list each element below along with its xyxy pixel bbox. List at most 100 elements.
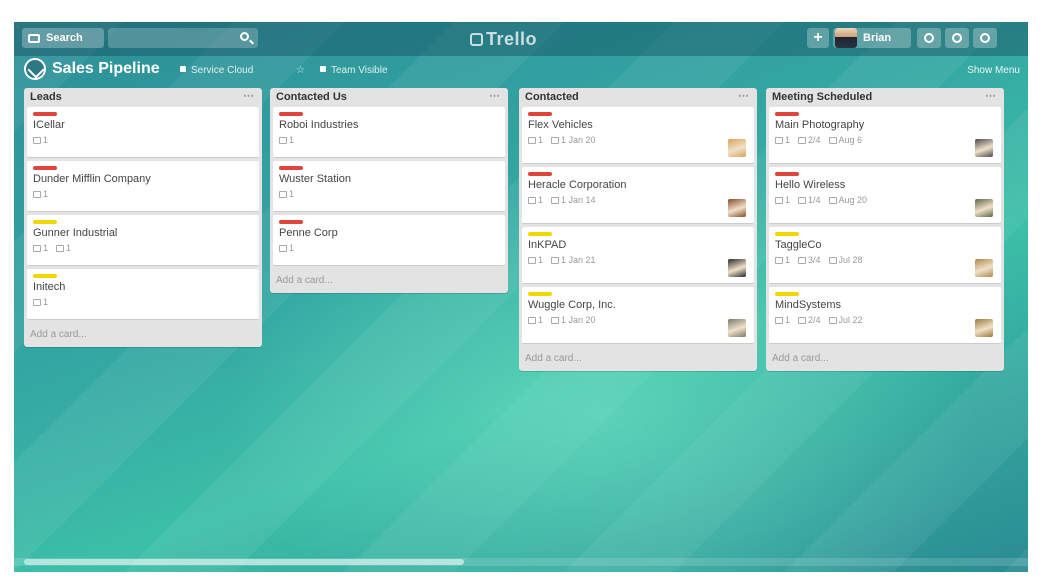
member-avatar[interactable]: [975, 319, 993, 337]
badge-icon: [528, 197, 536, 204]
list-menu-icon[interactable]: ⋯: [489, 89, 500, 102]
search-icon[interactable]: [240, 32, 249, 41]
add-button[interactable]: +: [807, 28, 829, 48]
user-name: Brian: [863, 32, 892, 44]
card[interactable]: TaggleCo 1 3/4 Jul 28: [769, 227, 1001, 284]
list-title: Contacted Us: [276, 91, 347, 103]
card-badges: 1 1 Jan 14: [528, 195, 748, 206]
card-label: [775, 232, 799, 236]
top-bar: Search Trello + Brian: [14, 22, 1028, 56]
member-avatar[interactable]: [728, 139, 746, 157]
list-header[interactable]: Leads ⋯: [24, 88, 262, 107]
badge-icon: [828, 197, 837, 204]
list-header[interactable]: Contacted ⋯: [519, 88, 757, 107]
badge-text: 1: [43, 297, 49, 307]
card-badges: 1: [33, 135, 253, 146]
card[interactable]: Flex Vehicles 1 1 Jan 20: [522, 107, 754, 164]
card[interactable]: Hello Wireless 1 1/4 Aug 20: [769, 167, 1001, 224]
card-badges: 1: [33, 297, 253, 308]
show-menu-link[interactable]: Show Menu: [967, 65, 1020, 76]
card[interactable]: InKPAD 1 1 Jan 21: [522, 227, 754, 284]
badge-icon: [279, 245, 287, 252]
card[interactable]: Penne Corp 1: [273, 215, 505, 266]
info-icon: [924, 33, 934, 43]
card[interactable]: Wuster Station 1: [273, 161, 505, 212]
card-label: [775, 172, 799, 176]
card[interactable]: Main Photography 1 2/4 Aug 6: [769, 107, 1001, 164]
card-label: [775, 112, 799, 116]
board-team[interactable]: Service Cloud: [180, 65, 253, 76]
card[interactable]: Initech 1: [27, 269, 259, 320]
board-visibility[interactable]: Team Visible: [320, 65, 388, 76]
card[interactable]: ICellar 1: [27, 107, 259, 158]
list-menu-icon[interactable]: ⋯: [738, 89, 749, 102]
card-badges: 1: [279, 189, 499, 200]
card-label: [33, 112, 57, 116]
badge-text: 1: [785, 315, 791, 325]
member-avatar[interactable]: [975, 199, 993, 217]
add-card-link[interactable]: Add a card...: [519, 347, 757, 371]
badge-text: 1: [785, 255, 791, 265]
user-menu[interactable]: Brian: [833, 28, 911, 48]
board-header: Sales Pipeline Service Cloud ☆ Team Visi…: [14, 56, 1028, 84]
list-menu-icon[interactable]: ⋯: [985, 89, 996, 102]
badge-text: 1/4: [808, 195, 821, 205]
badge-icon: [775, 137, 783, 144]
badge-text: 1: [538, 315, 544, 325]
member-avatar[interactable]: [728, 259, 746, 277]
card-title: TaggleCo: [775, 239, 822, 251]
badge-icon: [279, 137, 287, 144]
board-icon: [24, 58, 46, 80]
card[interactable]: Roboi Industries 1: [273, 107, 505, 158]
scrollbar-thumb[interactable]: [24, 559, 464, 565]
card-label: [528, 292, 552, 296]
card[interactable]: MindSystems 1 2/4 Jul 22: [769, 287, 1001, 344]
search-button[interactable]: Search: [22, 28, 104, 48]
star-button[interactable]: ☆: [296, 65, 305, 76]
visibility-icon: [320, 66, 326, 72]
card[interactable]: Heracle Corporation 1 1 Jan 14: [522, 167, 754, 224]
settings-button[interactable]: [973, 28, 997, 48]
list-header[interactable]: Contacted Us ⋯: [270, 88, 508, 107]
list-header[interactable]: Meeting Scheduled ⋯: [766, 88, 1004, 107]
card[interactable]: Gunner Industrial 1 1: [27, 215, 259, 266]
board-team-label: Service Cloud: [191, 65, 254, 76]
card-label: [279, 220, 303, 224]
badge-text: 3/4: [808, 255, 821, 265]
member-avatar[interactable]: [728, 199, 746, 217]
list-menu-icon[interactable]: ⋯: [243, 89, 254, 102]
badge-icon: [798, 197, 807, 204]
search-input[interactable]: [108, 28, 258, 48]
add-card-link[interactable]: Add a card...: [24, 323, 262, 347]
card[interactable]: Dunder Mifflin Company 1: [27, 161, 259, 212]
badge-icon: [551, 197, 560, 204]
info-button[interactable]: [917, 28, 941, 48]
board-title[interactable]: Sales Pipeline: [52, 60, 160, 78]
list-title: Leads: [30, 91, 62, 103]
member-avatar[interactable]: [728, 319, 746, 337]
member-avatar[interactable]: [975, 259, 993, 277]
card-title: MindSystems: [775, 299, 842, 311]
member-avatar[interactable]: [975, 139, 993, 157]
trello-logo[interactable]: Trello: [470, 29, 537, 50]
card-title: Penne Corp: [279, 227, 338, 239]
badge-icon: [33, 137, 41, 144]
badge-text: 2/4: [808, 315, 821, 325]
badge-icon: [798, 137, 807, 144]
add-card-link[interactable]: Add a card...: [766, 347, 1004, 371]
badge-icon: [775, 317, 783, 324]
notifications-button[interactable]: [945, 28, 969, 48]
card-title: ICellar: [33, 119, 65, 131]
add-card-link[interactable]: Add a card...: [270, 269, 508, 293]
card-badges: 1: [279, 135, 499, 146]
badge-text: 1: [289, 189, 295, 199]
card-title: Roboi Industries: [279, 119, 359, 131]
gear-icon: [980, 33, 990, 43]
badge-text: 1: [289, 243, 295, 253]
badge-icon: [775, 197, 783, 204]
badge-text: 2/4: [808, 135, 821, 145]
card-title: InKPAD: [528, 239, 567, 251]
horizontal-scrollbar[interactable]: [14, 558, 1028, 566]
card-label: [528, 172, 552, 176]
card[interactable]: Wuggle Corp, Inc. 1 1 Jan 20: [522, 287, 754, 344]
